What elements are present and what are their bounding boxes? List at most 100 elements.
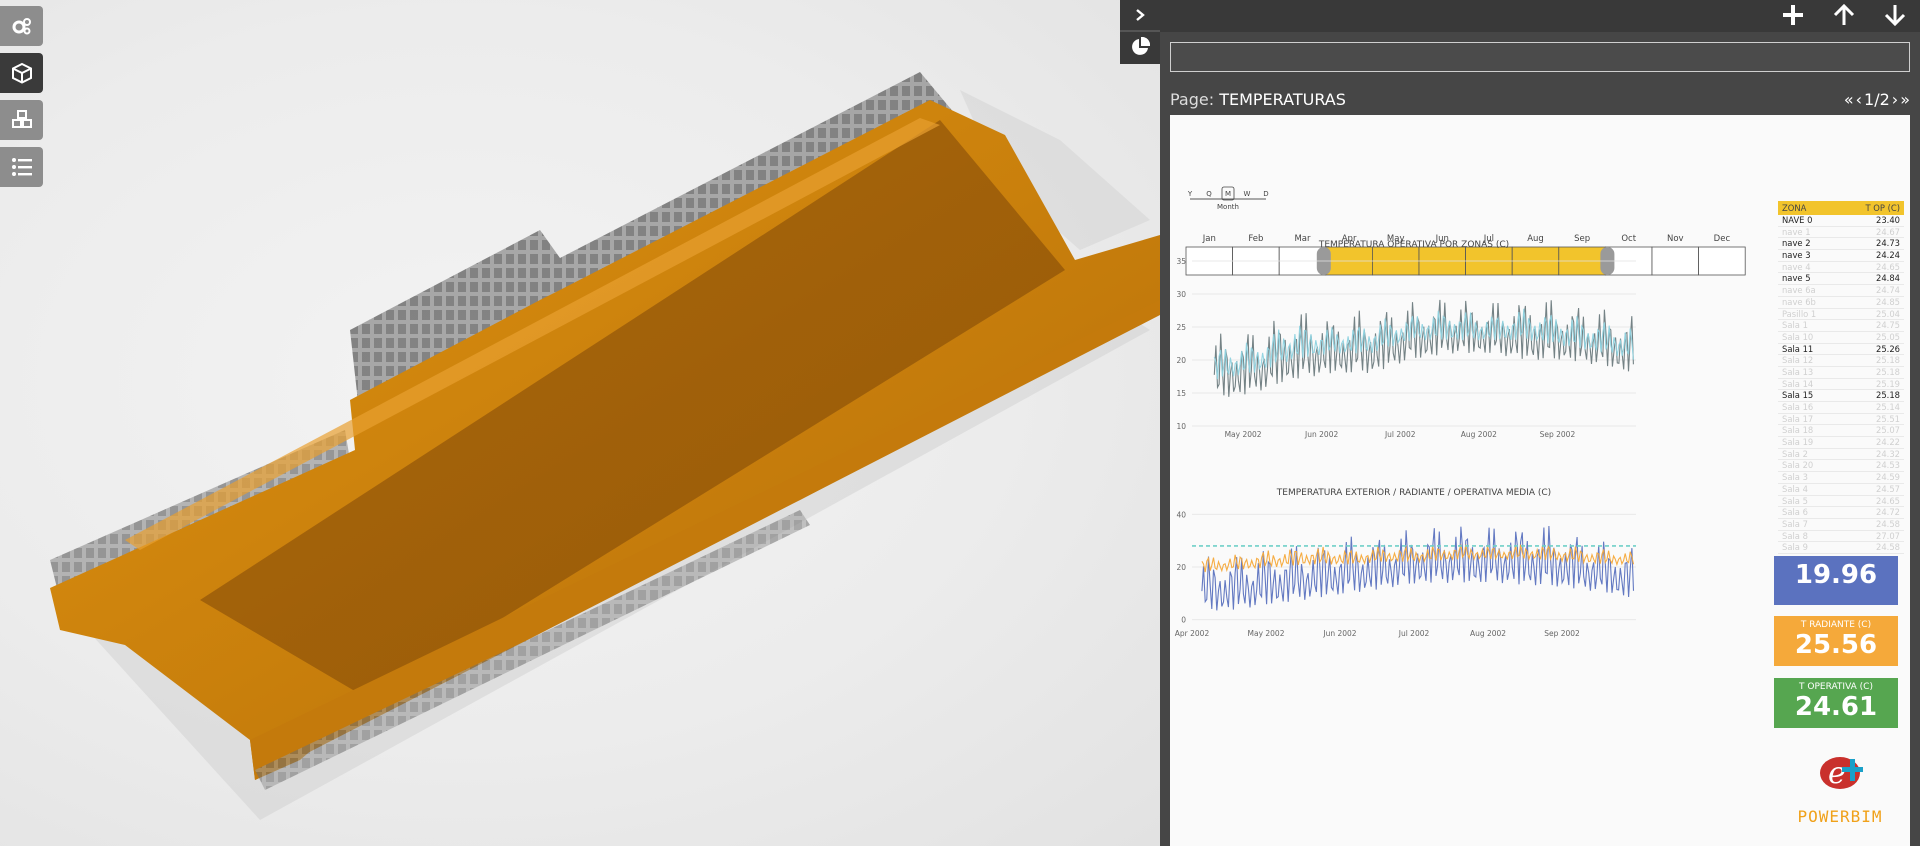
chart-x-tick: Jul 2002 <box>1398 629 1430 638</box>
zone-row[interactable]: Sala 13 25.18 <box>1778 367 1904 379</box>
slicer-month-label: Mar <box>1294 234 1311 244</box>
panel-sidebar <box>1120 0 1160 64</box>
zone-temp: 25.19 <box>1876 378 1900 389</box>
zone-row[interactable]: Sala 14 25.19 <box>1778 379 1904 391</box>
zone-temp: 24.24 <box>1876 250 1900 261</box>
chart-x-tick: Sep 2002 <box>1540 430 1576 439</box>
page-name: TEMPERATURAS <box>1219 90 1346 109</box>
slicer-level-W: W <box>1244 190 1251 198</box>
zone-temp: 25.05 <box>1876 331 1900 342</box>
collapse-panel-button[interactable] <box>1120 0 1160 30</box>
zone-temp: 24.74 <box>1876 285 1900 296</box>
building-model[interactable] <box>0 0 1160 846</box>
zone-table-header: ZONA T OP (C) <box>1778 201 1904 215</box>
zone-row[interactable]: nave 2 24.73 <box>1778 238 1904 251</box>
kpi-exterior-value: 19.96 <box>1794 560 1878 590</box>
first-page-icon[interactable]: « <box>1844 90 1854 109</box>
zone-row[interactable]: Sala 20 24.53 <box>1778 460 1904 473</box>
zone-row[interactable]: Sala 15 25.18 <box>1778 390 1904 402</box>
zone-row[interactable]: nave 3 24.24 <box>1778 250 1904 262</box>
zone-name: Sala 16 <box>1782 402 1814 412</box>
kpi-radiante-label: T RADIANTE (C) <box>1800 620 1872 630</box>
prev-page-icon[interactable]: ‹ <box>1856 90 1862 109</box>
page-counter: 1/2 <box>1864 90 1890 109</box>
zone-row[interactable]: Sala 19 24.22 <box>1778 437 1904 449</box>
zone-row[interactable]: Sala 10 25.05 <box>1778 332 1904 344</box>
zone-name: Sala 12 <box>1782 355 1814 366</box>
zone-row[interactable]: Sala 17 25.51 <box>1778 414 1904 426</box>
settings-button[interactable] <box>0 6 43 46</box>
zone-temp: 24.65 <box>1876 261 1900 272</box>
zone-temp: 24.72 <box>1876 507 1900 518</box>
zone-row[interactable]: NAVE 0 23.40 <box>1778 215 1904 227</box>
zone-row[interactable]: Sala 2 24.32 <box>1778 449 1904 461</box>
kpi-radiante: T RADIANTE (C) 25.56 <box>1774 616 1898 666</box>
zone-row[interactable]: Sala 4 24.57 <box>1778 484 1904 496</box>
next-page-icon[interactable]: › <box>1892 90 1898 109</box>
zone-name: nave 1 <box>1782 226 1811 237</box>
zone-temp: 24.58 <box>1876 518 1900 529</box>
report-button[interactable] <box>1120 30 1160 62</box>
zone-row[interactable]: Sala 5 24.65 <box>1778 496 1904 508</box>
zone-row[interactable]: Sala 9 24.58 <box>1778 542 1904 554</box>
zone-row[interactable]: nave 4 24.65 <box>1778 262 1904 274</box>
models-button[interactable] <box>0 100 43 140</box>
slicer-month-label: Dec <box>1714 234 1731 244</box>
zone-table[interactable]: ZONA T OP (C) NAVE 0 23.40 nave 1 24.67 nave… <box>1778 201 1904 554</box>
report-panel: Page: TEMPERATURAS « ‹ 1/2 › » Y Q M W D Mont… <box>1160 0 1920 846</box>
move-down-button[interactable] <box>1869 0 1920 30</box>
add-button[interactable] <box>1767 0 1818 30</box>
chart-x-tick: Aug 2002 <box>1470 629 1506 638</box>
chevron-right-icon <box>1136 9 1145 21</box>
logo-text: POWERBIM <box>1797 807 1883 826</box>
powerbim-logo: e POWERBIM <box>1778 745 1902 835</box>
zone-row[interactable]: nave 6a 24.74 <box>1778 285 1904 297</box>
zone-name: Pasillo 1 <box>1782 308 1817 319</box>
zone-temp: 24.57 <box>1876 483 1900 494</box>
zone-row[interactable]: Sala 12 25.18 <box>1778 355 1904 367</box>
search-input[interactable] <box>1170 42 1910 72</box>
move-up-button[interactable] <box>1818 0 1869 30</box>
zone-temp: 24.53 <box>1876 460 1900 471</box>
zone-temp: 24.75 <box>1876 320 1900 331</box>
zone-name: Sala 7 <box>1782 518 1808 529</box>
zone-row[interactable]: Sala 3 24.59 <box>1778 472 1904 484</box>
page-label: Page: <box>1170 90 1215 109</box>
zone-temp: 24.73 <box>1876 238 1900 249</box>
last-page-icon[interactable]: » <box>1900 90 1910 109</box>
zone-temp: 25.51 <box>1876 413 1900 424</box>
zone-row[interactable]: nave 6b 24.85 <box>1778 297 1904 309</box>
slicer-level-D: D <box>1263 190 1268 198</box>
zone-temp: 25.04 <box>1876 308 1900 319</box>
zone-temp: 25.26 <box>1876 343 1900 354</box>
zone-name: nave 6a <box>1782 285 1816 296</box>
zone-row[interactable]: nave 1 24.67 <box>1778 227 1904 239</box>
model-viewport[interactable] <box>0 0 1160 846</box>
chart-x-tick: May 2002 <box>1225 430 1262 439</box>
list-button[interactable] <box>0 147 43 187</box>
chart-y-tick: 15 <box>1176 389 1186 398</box>
zone-row[interactable]: nave 5 24.84 <box>1778 273 1904 286</box>
kpi-exterior: 19.96 <box>1774 556 1898 605</box>
svg-text:e: e <box>1828 756 1846 791</box>
page-bar: Page: TEMPERATURAS « ‹ 1/2 › » <box>1170 90 1910 112</box>
zone-row[interactable]: Sala 7 24.58 <box>1778 519 1904 531</box>
plus-icon <box>1782 5 1803 25</box>
model-button[interactable] <box>0 53 43 93</box>
slicer-level-Q: Q <box>1206 190 1212 198</box>
zone-row[interactable]: Pasillo 1 25.04 <box>1778 309 1904 321</box>
cubes-icon <box>11 110 32 128</box>
zone-row[interactable]: Sala 18 25.07 <box>1778 425 1904 438</box>
zone-row[interactable]: Sala 8 27.07 <box>1778 531 1904 543</box>
zone-name: nave 3 <box>1782 250 1811 261</box>
zone-col-header: ZONA <box>1782 203 1807 213</box>
zone-temp: 24.84 <box>1876 273 1900 284</box>
zone-row[interactable]: Sala 16 25.14 <box>1778 402 1904 414</box>
zone-row[interactable]: Sala 6 24.72 <box>1778 507 1904 519</box>
zone-row[interactable]: Sala 1 24.75 <box>1778 320 1904 332</box>
chart-y-tick: 10 <box>1176 422 1186 431</box>
slicer-month-label: Sep <box>1574 234 1590 244</box>
zone-row[interactable]: Sala 11 25.26 <box>1778 344 1904 356</box>
chart-y-tick: 25 <box>1176 323 1186 332</box>
zone-temp: 24.22 <box>1876 437 1900 448</box>
